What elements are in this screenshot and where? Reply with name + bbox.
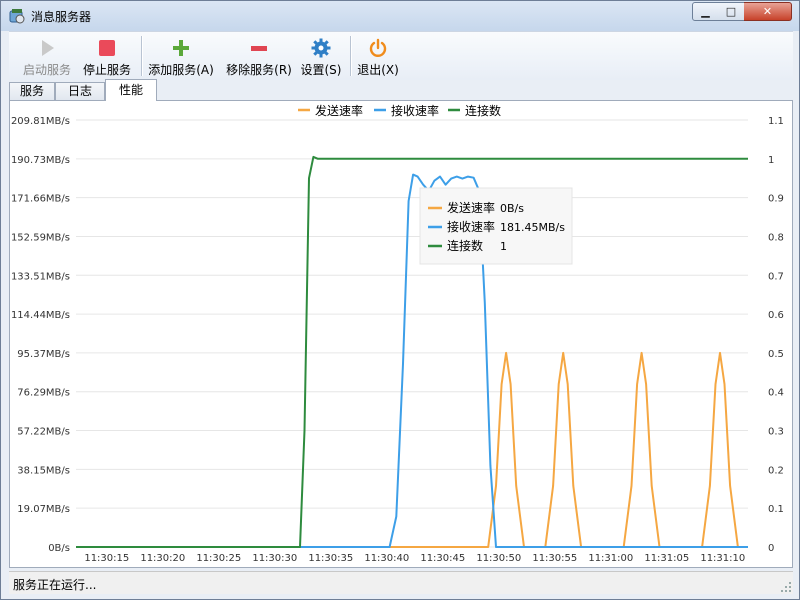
minimize-icon: ▁ [701,5,710,18]
status-text: 服务正在运行... [13,578,97,592]
y-left-tick-label: 171.66MB/s [11,194,70,205]
exit-button[interactable]: 退出(X) [355,34,401,78]
stop-service-button[interactable]: 停止服务 [79,34,135,78]
y-left-tick-label: 0B/s [48,543,70,554]
y-right-tick-label: 0.4 [768,388,784,399]
add-service-label: 添加服务(A) [148,63,214,77]
settings-label: 设置(S) [300,63,342,77]
play-icon [42,40,54,56]
y-right-tick-label: 0.5 [768,349,784,360]
performance-panel: 0B/s 0 19.07MB/s 0.1 38.15MB/s 0.2 57.22MB/s 0.… [9,100,793,568]
series-line [76,351,739,548]
start-service-button[interactable]: 启动服务 [15,34,79,78]
y-right-tick-label: 0.3 [768,427,784,438]
close-button[interactable]: ✕ [744,2,792,21]
y-left-tick-label: 38.15MB/s [17,465,70,476]
x-tick-label: 11:30:20 [140,553,185,564]
exit-label: 退出(X) [357,63,399,77]
maximize-icon: □ [725,5,737,18]
legend-label: 发送速率 [315,103,363,118]
tooltip-value: 0B/s [500,202,524,215]
settings-button[interactable]: 设置(S) [299,34,343,78]
x-tick-label: 11:30:35 [308,553,353,564]
close-icon: ✕ [762,5,773,18]
add-service-button[interactable]: 添加服务(A) [147,34,215,78]
series-line [76,155,748,548]
tab-services[interactable]: 服务 [9,82,55,100]
x-tick-label: 11:30:40 [364,553,409,564]
resize-grip-icon[interactable] [781,582,791,592]
app-window: 消息服务器 ▁ □ ✕ 启动服务 停止服务 添加服务(A) 移除服务(R) 设置… [0,0,800,600]
y-left-tick-label: 95.37MB/s [17,349,70,360]
x-tick-label: 11:30:15 [84,553,129,564]
y-right-tick-label: 1 [768,155,774,166]
y-right-tick-label: 0.1 [768,504,784,515]
x-tick-label: 11:30:55 [532,553,577,564]
y-left-tick-label: 133.51MB/s [11,271,70,282]
tooltip-series-name: 发送速率 [447,200,495,215]
stop-service-label: 停止服务 [82,63,131,77]
window-title: 消息服务器 [31,10,92,24]
tab-log[interactable]: 日志 [55,82,105,100]
tooltip-value: 181.45MB/s [500,221,565,234]
tooltip-series-name: 接收速率 [447,219,495,234]
y-left-tick-label: 19.07MB/s [17,504,70,515]
y-right-tick-label: 0.6 [768,310,784,321]
y-right-tick-label: 0.7 [768,271,784,282]
y-left-tick-label: 114.44MB/s [11,310,70,321]
maximize-button[interactable]: □ [718,2,745,21]
x-tick-label: 11:30:30 [252,553,297,564]
minimize-button[interactable]: ▁ [692,2,719,21]
x-tick-label: 11:30:25 [196,553,241,564]
performance-chart: 0B/s 0 19.07MB/s 0.1 38.15MB/s 0.2 57.22MB/s 0.… [11,103,784,564]
x-tick-label: 11:30:45 [420,553,465,564]
gear-icon [311,38,331,58]
x-tick-label: 11:31:10 [700,553,745,564]
minus-icon [251,46,267,51]
title-bar[interactable]: 消息服务器 ▁ □ ✕ [1,1,799,31]
remove-service-button[interactable]: 移除服务(R) [223,34,295,78]
tooltip-series-name: 连接数 [447,238,483,253]
tab-performance[interactable]: 性能 [105,79,157,101]
status-bar: 服务正在运行... [9,571,793,594]
app-icon [9,9,25,24]
y-left-tick-label: 190.73MB/s [11,155,70,166]
plus-icon [173,40,189,56]
y-left-tick-label: 152.59MB/s [11,232,70,243]
series-line [76,173,748,548]
stop-icon [99,40,115,56]
legend-label: 连接数 [465,103,501,118]
x-tick-label: 11:30:50 [476,553,521,564]
y-left-tick-label: 57.22MB/s [17,427,70,438]
start-service-label: 启动服务 [22,63,71,77]
y-left-tick-label: 76.29MB/s [17,388,70,399]
y-right-tick-label: 0.8 [768,232,784,243]
toolbar-separator [350,36,351,76]
y-right-tick-label: 0.9 [768,194,784,205]
remove-service-label: 移除服务(R) [226,63,292,77]
y-right-tick-label: 0.2 [768,465,784,476]
x-tick-label: 11:31:00 [588,553,633,564]
toolbar-separator [141,36,142,76]
y-right-tick-label: 1.1 [768,116,784,127]
tooltip-value: 1 [500,240,507,253]
toolbar: 启动服务 停止服务 添加服务(A) 移除服务(R) 设置(S) 退出(X) [9,31,793,80]
legend-label: 接收速率 [391,103,439,118]
chart-tooltip: 发送速率 0B/s 接收速率 181.45MB/s 连接数 1 [419,187,573,265]
y-left-tick-label: 209.81MB/s [11,116,70,127]
power-icon [369,38,387,57]
y-right-tick-label: 0 [768,543,774,554]
tab-bar: 服务 日志 性能 [9,79,793,101]
x-tick-label: 11:31:05 [644,553,689,564]
